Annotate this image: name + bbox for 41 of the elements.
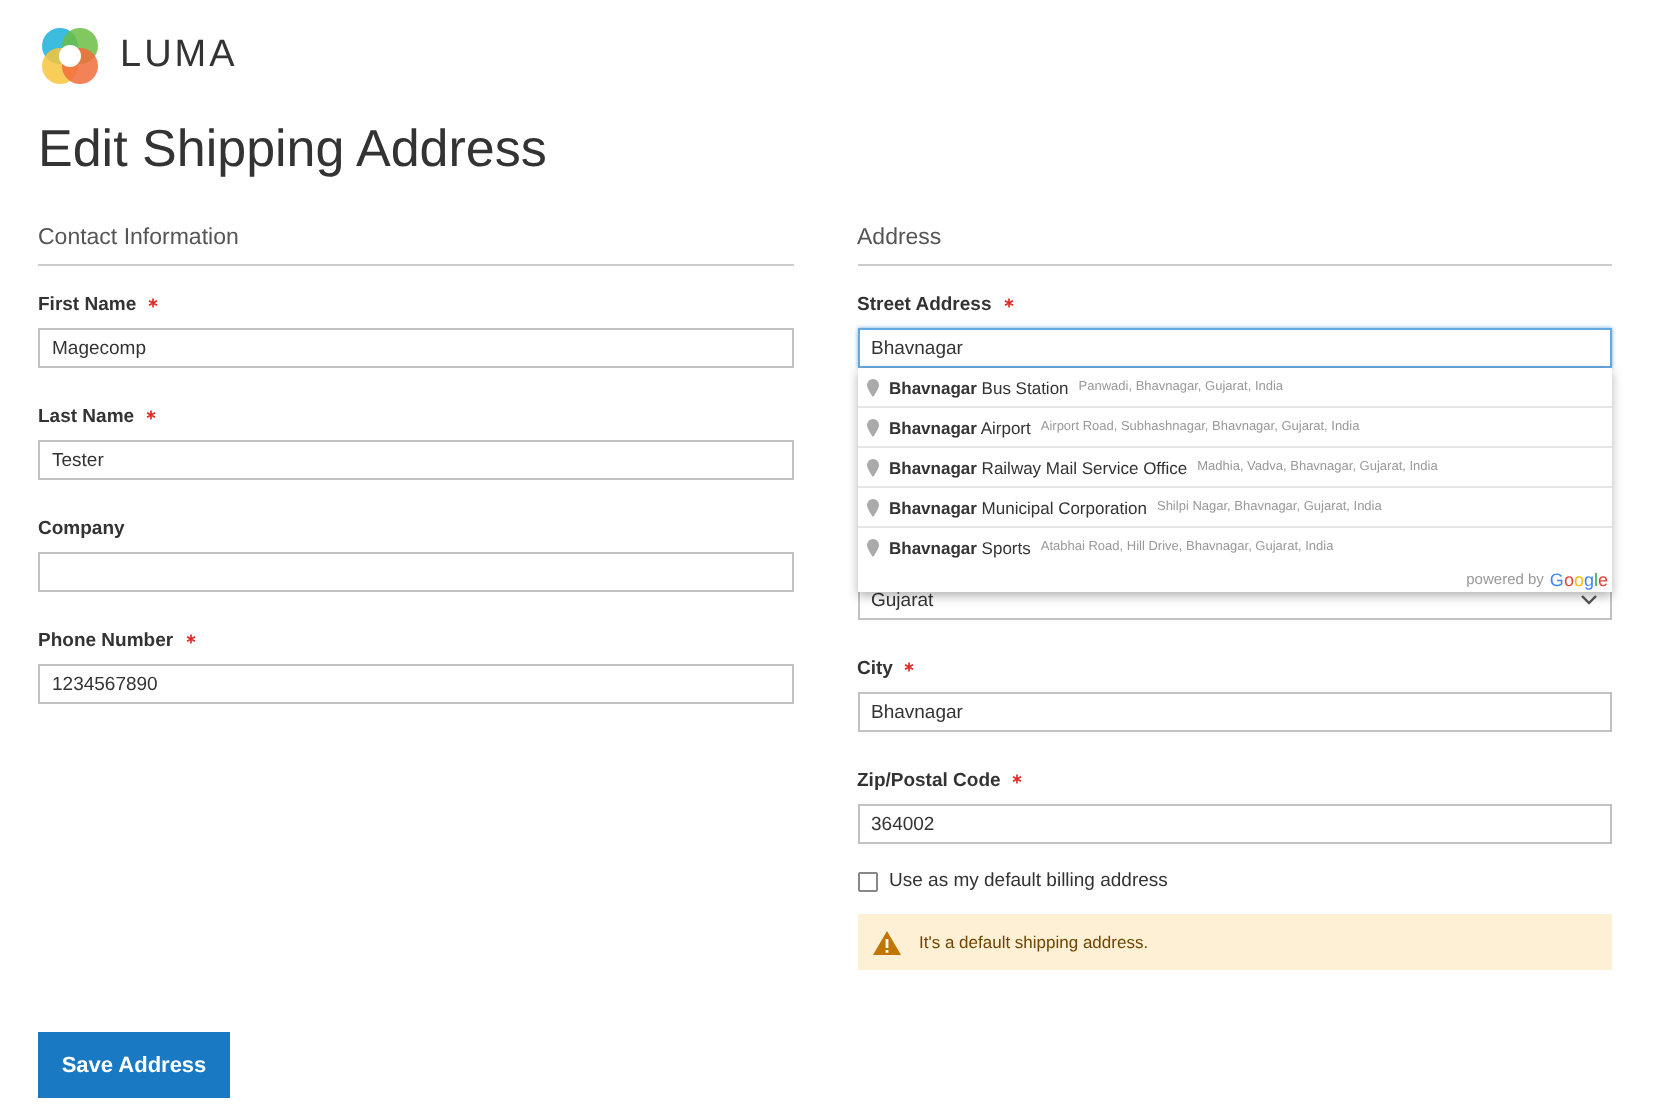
page-title: Edit Shipping Address xyxy=(38,120,549,176)
input-field[interactable]: Bhavnagar xyxy=(857,328,1612,368)
suggestion-main: Bhavnagar Bus Station xyxy=(889,377,1069,397)
chevron-down-icon xyxy=(1580,594,1598,606)
input-field[interactable]: Magecomp xyxy=(38,328,793,368)
asterisk-icon xyxy=(185,634,196,644)
field-label: Zip/Postal Code xyxy=(857,770,1001,794)
asterisk-icon xyxy=(1003,298,1014,308)
map-pin-icon xyxy=(865,497,879,517)
field-label: Company xyxy=(38,518,125,542)
input-field[interactable]: 364002 xyxy=(857,804,1612,844)
suggestion-main: Bhavnagar Municipal Corporation xyxy=(889,497,1147,517)
field-label: Last Name xyxy=(38,406,135,430)
input-field[interactable]: 1234567890 xyxy=(38,664,793,704)
suggestion-main: Bhavnagar Sports xyxy=(889,537,1031,557)
notice-text: It's a default shipping address. xyxy=(919,932,1149,952)
section-heading: Address xyxy=(857,224,1612,266)
map-pin-icon xyxy=(865,417,879,437)
checkbox[interactable] xyxy=(857,871,877,891)
field-label: City xyxy=(857,658,893,682)
field-label: Street Address xyxy=(857,294,992,318)
map-pin-icon xyxy=(865,377,879,397)
checkbox-label: Use as my default billing address xyxy=(889,870,1168,892)
suggestion-main: Bhavnagar Railway Mail Service Office xyxy=(889,457,1188,477)
input-field[interactable]: Bhavnagar xyxy=(857,692,1612,732)
suggestion-main: Bhavnagar Airport xyxy=(889,417,1031,437)
asterisk-icon xyxy=(904,662,915,672)
field-label: First Name xyxy=(38,294,137,318)
warning-icon xyxy=(871,929,901,955)
map-pin-icon xyxy=(865,537,879,557)
asterisk-icon xyxy=(1012,774,1023,784)
asterisk-icon xyxy=(148,298,159,308)
input-field[interactable] xyxy=(38,552,793,592)
section-heading: Contact Information xyxy=(38,224,793,266)
field-label: Phone Number xyxy=(38,630,174,654)
logo-icon xyxy=(38,24,102,88)
asterisk-icon xyxy=(146,410,157,420)
save-address-button[interactable]: Save Address xyxy=(38,1032,230,1098)
input-field[interactable]: Tester xyxy=(38,440,793,480)
map-pin-icon xyxy=(865,457,879,477)
logo-text: LUMA xyxy=(120,34,238,78)
